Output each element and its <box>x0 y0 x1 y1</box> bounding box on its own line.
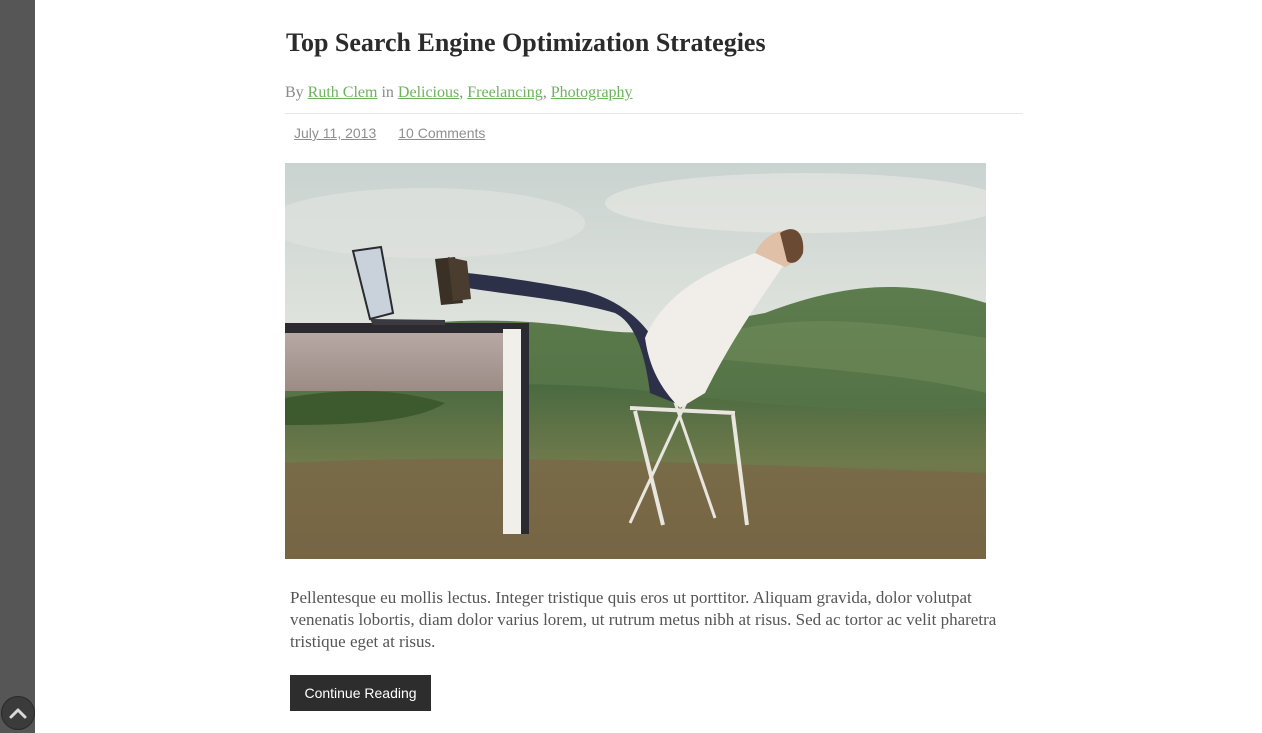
byline-in-text: in <box>381 84 394 101</box>
category-separator: , <box>459 84 464 101</box>
post-date-link[interactable]: July 11, 2013 <box>294 125 376 141</box>
comments-link[interactable]: 10 Comments <box>398 125 485 141</box>
featured-image-man-relaxing-at-desk-in-field-icon <box>285 163 986 559</box>
byline-by-text: By <box>285 84 304 101</box>
category-link-freelancing[interactable]: Freelancing <box>467 84 543 101</box>
category-link-delicious[interactable]: Delicious <box>398 84 459 101</box>
left-sidebar <box>0 0 35 733</box>
category-link-photography[interactable]: Photography <box>551 84 633 101</box>
post-byline: By Ruth Clem in Delicious, Freelancing, … <box>285 83 633 103</box>
post-meta: July 11, 2013 10 Comments <box>294 125 485 142</box>
category-separator: , <box>542 84 547 101</box>
featured-image[interactable] <box>285 163 986 559</box>
scroll-to-top-button[interactable] <box>1 696 35 730</box>
author-link[interactable]: Ruth Clem <box>308 84 378 101</box>
post-excerpt: Pellentesque eu mollis lectus. Integer t… <box>290 588 997 651</box>
chevron-up-icon <box>9 708 27 719</box>
post-title[interactable]: Top Search Engine Optimization Strategie… <box>286 27 766 59</box>
continue-reading-button[interactable]: Continue Reading <box>290 675 431 711</box>
byline-divider <box>285 113 1023 114</box>
